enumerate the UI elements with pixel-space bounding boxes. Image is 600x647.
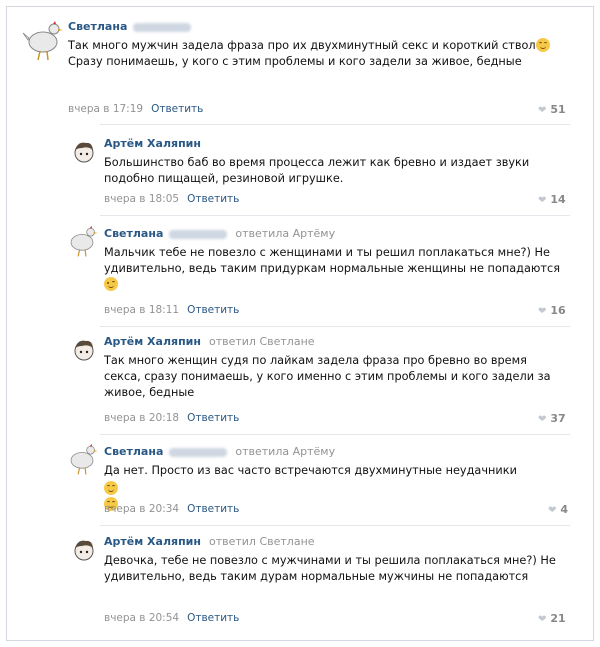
comment-time[interactable]: вчера в 20:18 xyxy=(104,412,179,424)
divider xyxy=(100,326,570,327)
chicken-avatar[interactable] xyxy=(20,16,66,62)
reply-to-label[interactable]: ответил Светлане xyxy=(209,535,315,548)
comment-text: Большинство баб во время процесса лежит … xyxy=(104,156,530,185)
comment-time[interactable]: вчера в 18:11 xyxy=(104,304,179,316)
like-button[interactable]: ❤ 16 xyxy=(538,304,566,317)
reply-button[interactable]: Ответить xyxy=(187,412,239,424)
reply-button[interactable]: Ответить xyxy=(187,193,239,205)
cartoon-avatar[interactable] xyxy=(68,334,100,366)
author-name[interactable]: Светлана xyxy=(68,20,127,33)
comment-text: Да нет. Просто из вас часто встречаются … xyxy=(104,464,517,477)
comment-meta: вчера в 18:05 Ответить xyxy=(104,193,239,205)
divider xyxy=(100,124,570,125)
smile-emoji xyxy=(104,481,118,495)
heart-icon: ❤ xyxy=(538,306,547,317)
like-button[interactable]: ❤ 4 xyxy=(548,503,568,516)
reply-button[interactable]: Ответить xyxy=(187,304,239,316)
comment-author[interactable]: Артём Халяпин ответил Светлане xyxy=(104,535,315,548)
comment-author[interactable]: Артём Халяпин xyxy=(104,137,201,150)
comment-text: Так много мужчин задела фраза про их дву… xyxy=(68,38,558,70)
reply-to-label[interactable]: ответила Артёму xyxy=(235,227,335,240)
comment-text: Мальчик тебе не повезло с женщинами и ты… xyxy=(104,245,564,293)
comment-meta: вчера в 20:54 Ответить xyxy=(104,612,239,624)
like-count: 4 xyxy=(560,503,569,516)
comment-author[interactable]: Артём Халяпин ответил Светлане xyxy=(104,335,315,348)
author-name[interactable]: Светлана xyxy=(104,227,163,240)
divider xyxy=(100,215,570,216)
comment-text: Так много женщин судя по лайкам задела ф… xyxy=(104,354,551,399)
chicken-avatar[interactable] xyxy=(64,440,100,476)
author-name[interactable]: Светлана xyxy=(104,445,163,458)
comment-text-body: Мальчик тебе не повезло с женщинами и ты… xyxy=(104,246,560,275)
comment-time[interactable]: вчера в 20:34 xyxy=(104,503,179,515)
wink-emoji xyxy=(104,277,118,291)
comment-meta: вчера в 17:19 Ответить xyxy=(68,103,203,115)
chicken-avatar[interactable] xyxy=(64,222,100,258)
comment-meta: вчера в 20:34 Ответить xyxy=(104,503,239,515)
comment-text-part2: Сразу понимаешь, у кого с этим проблемы … xyxy=(68,55,522,68)
comment-meta: вчера в 18:11 Ответить xyxy=(104,304,239,316)
cartoon-avatar[interactable] xyxy=(68,136,100,168)
blurred-surname xyxy=(169,447,228,457)
smile-emoji xyxy=(535,38,550,52)
like-count: 16 xyxy=(550,304,566,317)
heart-icon: ❤ xyxy=(548,505,557,516)
like-count: 21 xyxy=(550,612,566,625)
heart-icon: ❤ xyxy=(538,614,547,625)
reply-to-label[interactable]: ответил Светлане xyxy=(209,335,315,348)
author-name[interactable]: Артём Халяпин xyxy=(104,535,201,548)
like-count: 37 xyxy=(550,412,566,425)
reply-button[interactable]: Ответить xyxy=(187,612,239,624)
cartoon-avatar[interactable] xyxy=(68,534,100,566)
comment-text-part1: Так много мужчин задела фраза про их дву… xyxy=(68,39,536,52)
heart-icon: ❤ xyxy=(538,195,547,206)
blurred-surname xyxy=(169,229,228,239)
author-name[interactable]: Артём Халяпин xyxy=(104,137,201,150)
comment-author[interactable]: Светлана xyxy=(68,20,192,33)
reply-button[interactable]: Ответить xyxy=(151,103,203,115)
comment-author[interactable]: Светлана ответила Артёму xyxy=(104,445,335,458)
reply-button[interactable]: Ответить xyxy=(187,503,239,515)
author-name[interactable]: Артём Халяпин xyxy=(104,335,201,348)
like-count: 51 xyxy=(550,103,566,116)
like-button[interactable]: ❤ 51 xyxy=(538,103,566,116)
divider xyxy=(100,434,570,435)
comment-author[interactable]: Светлана ответила Артёму xyxy=(104,227,335,240)
like-button[interactable]: ❤ 37 xyxy=(538,412,566,425)
comment-time[interactable]: вчера в 20:54 xyxy=(104,612,179,624)
comment-time[interactable]: вчера в 17:19 xyxy=(68,103,143,115)
heart-icon: ❤ xyxy=(538,105,547,116)
comment-text: Девочка, тебе не повезло с мужчинами и т… xyxy=(104,554,556,583)
blurred-surname xyxy=(133,22,192,32)
like-button[interactable]: ❤ 21 xyxy=(538,612,566,625)
reply-to-label[interactable]: ответила Артёму xyxy=(235,445,335,458)
like-button[interactable]: ❤ 14 xyxy=(538,193,566,206)
comment-time[interactable]: вчера в 18:05 xyxy=(104,193,179,205)
comment-meta: вчера в 20:18 Ответить xyxy=(104,412,239,424)
divider xyxy=(100,525,570,526)
heart-icon: ❤ xyxy=(538,414,547,425)
like-count: 14 xyxy=(550,193,566,206)
